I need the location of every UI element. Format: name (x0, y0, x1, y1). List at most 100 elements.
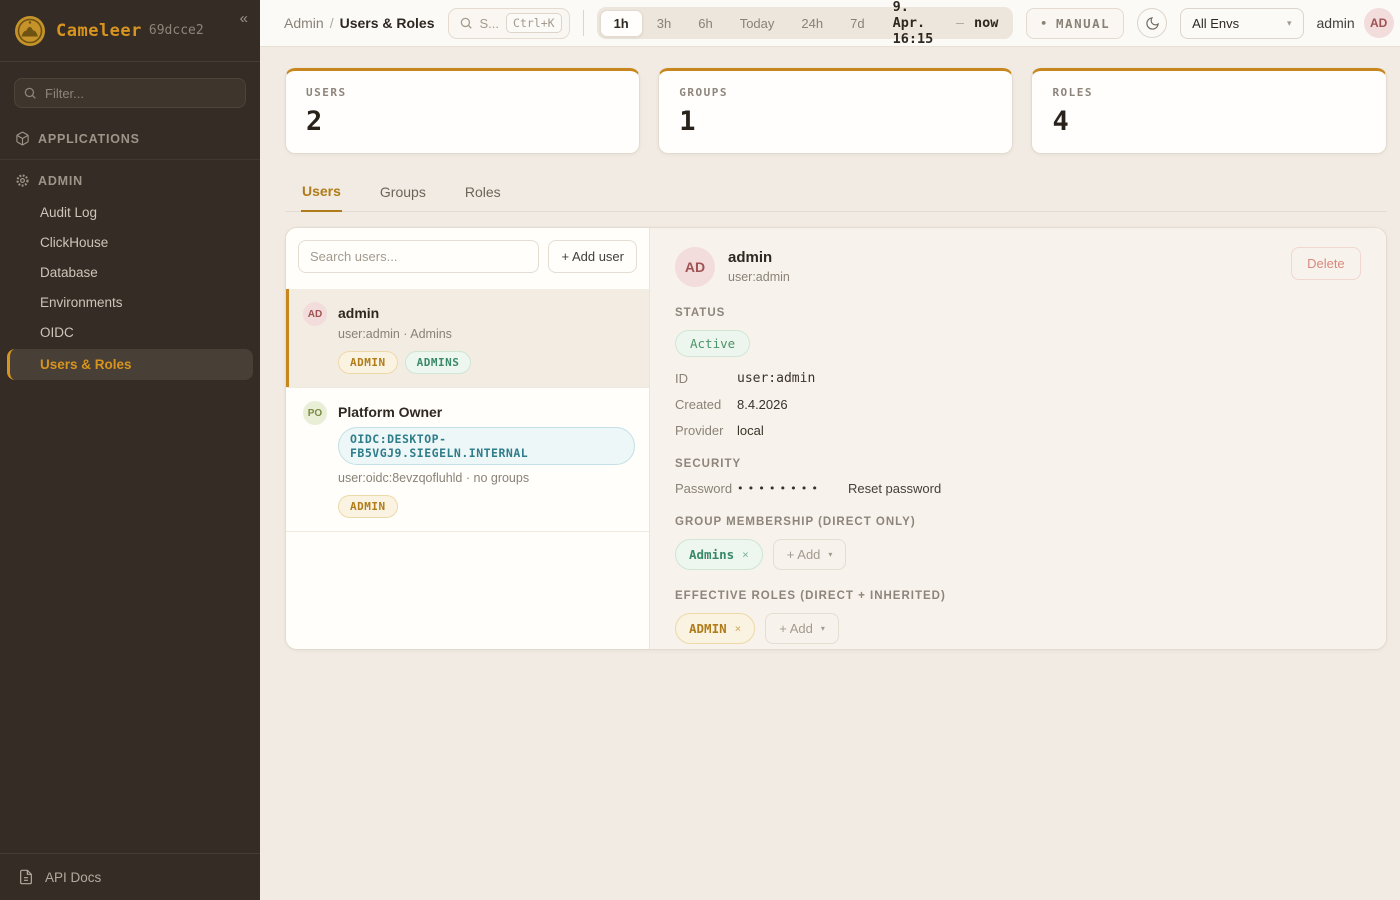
user-name: admin (1317, 15, 1355, 31)
sidebar-section-admin[interactable]: ADMIN (0, 164, 260, 197)
user-list-pane: + Add user AD admin user:admin · Admins … (286, 228, 650, 649)
remove-icon[interactable]: × (735, 622, 742, 635)
cameleer-logo-icon (14, 15, 46, 47)
user-meta: user:oidc:8evzqofluhld · no groups (338, 471, 635, 485)
sidebar-divider (0, 159, 260, 160)
avatar[interactable]: AD (1364, 8, 1394, 38)
breadcrumb-parent[interactable]: Admin (284, 15, 324, 31)
role-chip-admin: ADMIN × (675, 613, 755, 644)
info-value: local (737, 423, 764, 438)
add-role-button[interactable]: + Add ▾ (765, 613, 839, 644)
chevron-down-icon: ▾ (821, 624, 825, 633)
api-docs-label: API Docs (45, 870, 101, 885)
sidebar: Cameleer 69dcce2 « APPLICATIONS ADMIN Au… (0, 0, 260, 900)
environment-select[interactable]: All Envs ▾ (1180, 8, 1303, 39)
tab-groups[interactable]: Groups (379, 175, 427, 211)
time-separator: — (956, 15, 964, 31)
main-area: Admin / Users & Roles S... Ctrl+K 1h 3h 6h… (260, 0, 1400, 900)
group-chip-row: Admins × + Add ▾ (675, 539, 1361, 570)
users-panel: + Add user AD admin user:admin · Admins … (285, 227, 1387, 650)
avatar: AD (675, 247, 715, 287)
chevron-down-icon: ▾ (828, 550, 832, 559)
section-label-text: APPLICATIONS (38, 132, 140, 146)
avatar: AD (303, 302, 327, 326)
chip-label: ADMIN (689, 621, 727, 636)
breadcrumb-current: Users & Roles (340, 15, 435, 31)
add-label: + Add (787, 547, 821, 562)
sidebar-header: Cameleer 69dcce2 « (0, 0, 260, 62)
tab-users[interactable]: Users (301, 175, 342, 212)
search-placeholder-text: S... (480, 16, 500, 31)
detail-title-block: admin user:admin (728, 247, 790, 284)
sidebar-item-audit-log[interactable]: Audit Log (0, 198, 260, 227)
sidebar-item-clickhouse[interactable]: ClickHouse (0, 228, 260, 257)
refresh-mode-badge[interactable]: • MANUAL (1026, 8, 1124, 39)
password-mask: •••••••• (737, 482, 822, 495)
sidebar-collapse-icon[interactable]: « (240, 10, 248, 27)
role-badge: ADMIN (338, 351, 398, 374)
stat-label: ROLES (1052, 86, 1365, 99)
delete-user-button[interactable]: Delete (1291, 247, 1361, 280)
sidebar-item-database[interactable]: Database (0, 258, 260, 287)
user-row-body: admin user:admin · Admins ADMIN ADMINS (338, 302, 471, 374)
sidebar-section-applications[interactable]: APPLICATIONS (0, 122, 260, 155)
groups-section-title: GROUP MEMBERSHIP (DIRECT ONLY) (675, 516, 1361, 528)
time-display[interactable]: 9. Apr. 16:15 — now (879, 0, 1011, 47)
info-row-provider: Provider local (675, 423, 1361, 438)
user-menu[interactable]: admin AD (1317, 8, 1398, 38)
password-label: Password (675, 481, 737, 496)
range-today[interactable]: Today (727, 11, 788, 36)
user-meta: user:admin · Admins (338, 327, 471, 341)
sidebar-item-users-roles[interactable]: Users & Roles (7, 349, 253, 380)
time-to: now (974, 15, 998, 31)
stat-value: 4 (1052, 106, 1365, 137)
info-label: Created (675, 397, 737, 412)
range-3h[interactable]: 3h (644, 11, 684, 36)
stat-label: GROUPS (679, 86, 992, 99)
add-group-button[interactable]: + Add ▾ (773, 539, 847, 570)
stat-value: 1 (679, 106, 992, 137)
role-chip-row: ADMIN × + Add ▾ (675, 613, 1361, 644)
gear-icon (15, 173, 30, 188)
theme-toggle-button[interactable] (1137, 8, 1167, 38)
search-users-input[interactable] (298, 240, 539, 273)
filter-input[interactable] (14, 78, 246, 108)
topbar-divider (583, 10, 584, 36)
box-icon (15, 131, 30, 146)
api-docs-link[interactable]: API Docs (0, 853, 260, 900)
range-6h[interactable]: 6h (685, 11, 725, 36)
detail-user-id: user:admin (728, 270, 790, 284)
range-24h[interactable]: 24h (788, 11, 836, 36)
brand-name: Cameleer (56, 21, 142, 41)
badge-row: ADMIN ADMINS (338, 351, 471, 374)
sidebar-item-environments[interactable]: Environments (0, 288, 260, 317)
group-badge: ADMINS (405, 351, 472, 374)
time-from: 9. Apr. 16:15 (893, 0, 946, 47)
group-chip-admins: Admins × (675, 539, 763, 570)
sidebar-filter (14, 78, 246, 108)
stat-card-users: USERS 2 (285, 68, 640, 154)
global-search-button[interactable]: S... Ctrl+K (448, 8, 570, 39)
range-1h[interactable]: 1h (600, 10, 643, 37)
env-select-value: All Envs (1192, 16, 1239, 31)
user-list-item-admin[interactable]: AD admin user:admin · Admins ADMIN ADMIN… (286, 289, 649, 388)
stat-card-roles: ROLES 4 (1031, 68, 1386, 154)
user-name: admin (338, 302, 471, 321)
badge-row: ADMIN (338, 495, 635, 518)
info-label: ID (675, 371, 737, 386)
tab-bar: Users Groups Roles (285, 175, 1387, 212)
status-section-title: STATUS (675, 307, 1361, 319)
add-user-button[interactable]: + Add user (548, 240, 637, 273)
user-row-body: Platform Owner OIDC:DESKTOP-FB5VGJ9.SIEG… (338, 401, 635, 518)
breadcrumb-separator: / (330, 15, 334, 31)
role-badge: ADMIN (338, 495, 398, 518)
stat-card-groups: GROUPS 1 (658, 68, 1013, 154)
user-list-item-platform-owner[interactable]: PO Platform Owner OIDC:DESKTOP-FB5VGJ9.S… (286, 388, 649, 532)
remove-icon[interactable]: × (742, 548, 749, 561)
build-hash: 69dcce2 (149, 23, 204, 38)
oidc-badge: OIDC:DESKTOP-FB5VGJ9.SIEGELN.INTERNAL (338, 427, 635, 465)
tab-roles[interactable]: Roles (464, 175, 502, 211)
reset-password-link[interactable]: Reset password (848, 481, 941, 496)
sidebar-item-oidc[interactable]: OIDC (0, 318, 260, 347)
range-7d[interactable]: 7d (837, 11, 877, 36)
